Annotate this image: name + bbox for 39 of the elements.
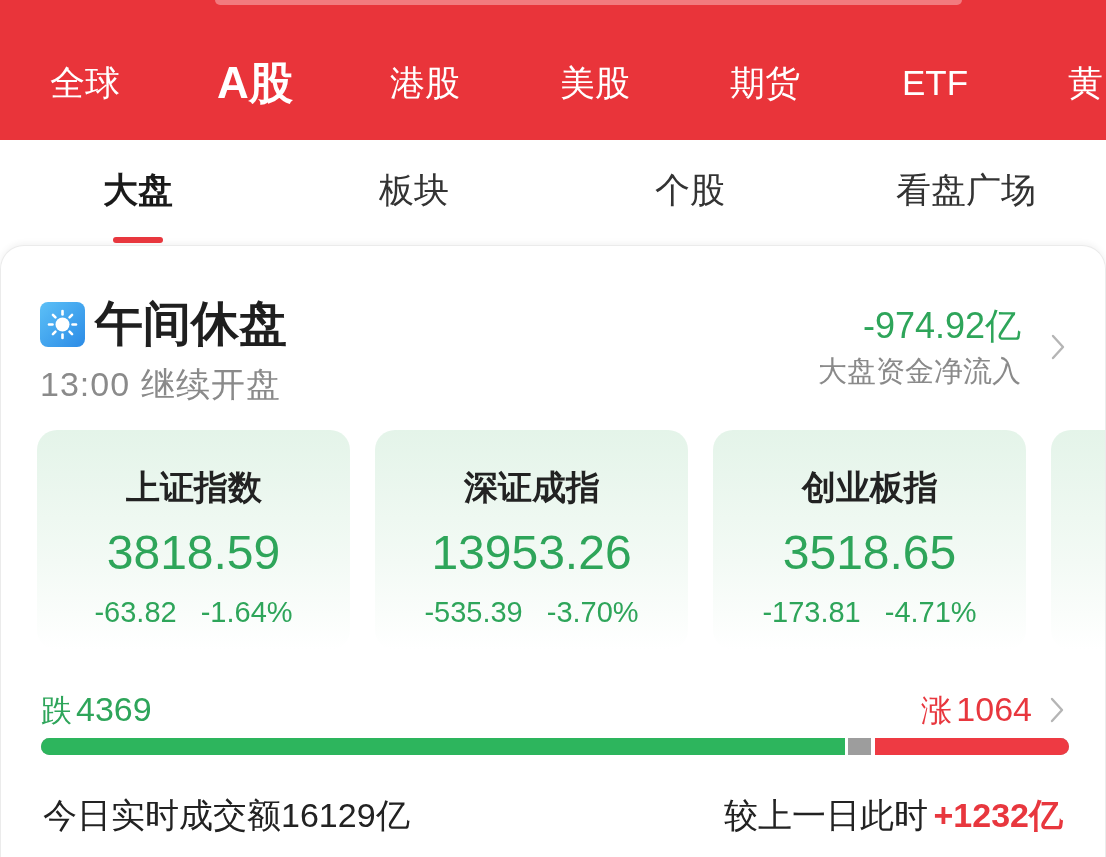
- index-value: 13953.26: [431, 525, 632, 581]
- market-tab[interactable]: 美股: [560, 60, 630, 106]
- view-tab[interactable]: 板块: [379, 168, 449, 212]
- turnover-text: 今日实时成交额16129亿: [43, 795, 410, 836]
- view-tab[interactable]: 看盘广场: [896, 168, 1036, 212]
- net-inflow-label: 大盘资金净流入: [818, 354, 1021, 389]
- market-tab[interactable]: 期货: [730, 60, 800, 106]
- session-title: 午间休盘: [95, 296, 287, 352]
- market-tab[interactable]: A股: [217, 57, 293, 109]
- advance-count: 1064: [956, 689, 1032, 729]
- market-tab[interactable]: 黄: [1068, 60, 1103, 106]
- advance-label: 涨: [921, 692, 953, 730]
- index-name: 上证指数: [125, 467, 262, 508]
- index-value: 3518.65: [782, 525, 957, 581]
- compare-label: 较上一日此时: [723, 795, 928, 836]
- index-name: 深证成指: [463, 467, 600, 508]
- sun-icon: [40, 301, 85, 347]
- index-value: 3818.59: [106, 525, 281, 581]
- market-tab[interactable]: 全球: [50, 60, 120, 106]
- index-change: -173.81: [762, 595, 861, 630]
- decline-label: 跌: [41, 692, 72, 730]
- index-change: -63.82: [94, 595, 177, 630]
- chevron-right-icon: [1051, 334, 1065, 360]
- view-tab[interactable]: 个股: [655, 168, 725, 212]
- view-tab[interactable]: 大盘: [103, 168, 173, 243]
- compare-delta: +1232亿: [933, 795, 1063, 836]
- session-subtitle: 13:00 继续开盘: [40, 364, 282, 404]
- index-change-percent: -1.64%: [200, 595, 293, 630]
- market-tab[interactable]: 港股: [390, 60, 460, 106]
- index-change: -535.39: [424, 595, 523, 630]
- index-change-percent: -4.71%: [884, 595, 977, 630]
- index-name: 创业板指: [801, 467, 938, 508]
- net-inflow-value: -974.92亿: [862, 305, 1021, 347]
- market-tab[interactable]: ETF: [901, 60, 969, 106]
- index-change-percent: -3.70%: [546, 595, 639, 630]
- net-inflow-link[interactable]: -974.92亿 大盘资金净流入: [818, 290, 1065, 404]
- search-field[interactable]: [215, 0, 962, 5]
- chevron-right-icon: [1050, 697, 1064, 723]
- decline-count: 4369: [76, 689, 152, 729]
